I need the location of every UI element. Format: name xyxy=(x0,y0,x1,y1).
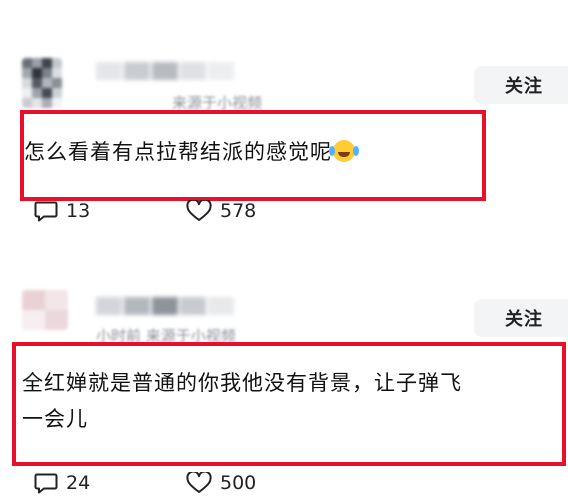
post-card: 小时前 来源于小视频 关注 全红婵就是普通的你我他没有背景，让子弹飞 一会儿 2… xyxy=(0,255,568,502)
comment-text: 全红婵就是普通的你我他没有背景，让子弹飞 一会儿 xyxy=(22,365,462,437)
like-count[interactable]: 578 xyxy=(186,200,256,222)
post-card: 来源于小视频 关注 怎么看着有点拉帮结派的感觉呢 13 578 xyxy=(0,0,568,255)
heart-outline-icon xyxy=(186,472,212,493)
avatar[interactable] xyxy=(22,290,68,330)
comment-count-value: 13 xyxy=(66,200,91,222)
follow-button[interactable]: 关注 xyxy=(474,299,568,337)
username[interactable] xyxy=(96,62,234,80)
comment-count-value: 24 xyxy=(66,472,91,494)
like-count-value: 500 xyxy=(220,472,257,494)
username[interactable] xyxy=(96,297,234,315)
like-count-value: 578 xyxy=(220,200,257,222)
comment-count[interactable]: 24 xyxy=(34,472,90,494)
laughing-crying-emoji-icon xyxy=(329,140,355,162)
comment-content: 怎么看着有点拉帮结派的感觉呢 xyxy=(24,140,332,164)
comment-text: 怎么看着有点拉帮结派的感觉呢 xyxy=(24,134,355,170)
avatar[interactable] xyxy=(22,58,62,108)
comment-count[interactable]: 13 xyxy=(34,200,90,222)
comment-bubble-icon xyxy=(34,473,58,494)
like-count[interactable]: 500 xyxy=(186,472,256,494)
comment-bubble-icon xyxy=(34,201,58,222)
follow-button[interactable]: 关注 xyxy=(474,66,568,104)
comment-line: 一会儿 xyxy=(22,407,88,431)
comment-line: 全红婵就是普通的你我他没有背景，让子弹飞 xyxy=(22,371,462,395)
heart-outline-icon xyxy=(186,200,212,221)
